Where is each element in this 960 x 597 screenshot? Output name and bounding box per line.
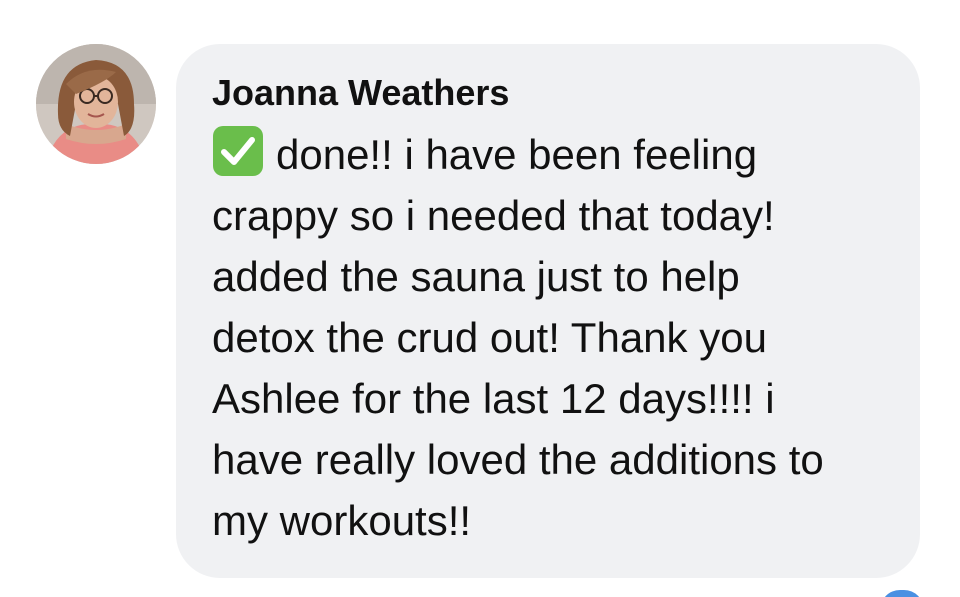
reaction-badge-edge[interactable]	[880, 590, 924, 597]
comment-line: have really loved the additions to	[212, 436, 824, 483]
avatar[interactable]	[36, 44, 156, 164]
comment-thread: Joanna Weathers done!! i have been feeli…	[0, 0, 960, 597]
comment-bubble: Joanna Weathers done!! i have been feeli…	[176, 44, 920, 578]
profile-photo	[36, 44, 156, 164]
comment-line: detox the crud out! Thank you	[212, 314, 767, 361]
comment-author-name[interactable]: Joanna Weathers	[212, 70, 890, 116]
comment-text: done!! i have been feeling crappy so i n…	[212, 124, 902, 551]
check-mark-button-icon	[212, 125, 264, 177]
comment-line: Ashlee for the last 12 days!!!! i	[212, 375, 775, 422]
comment-line: added the sauna just to help	[212, 253, 740, 300]
comment-line: crappy so i needed that today!	[212, 192, 775, 239]
comment-line: my workouts!!	[212, 497, 472, 544]
comment-line: done!! i have been feeling	[276, 131, 758, 178]
